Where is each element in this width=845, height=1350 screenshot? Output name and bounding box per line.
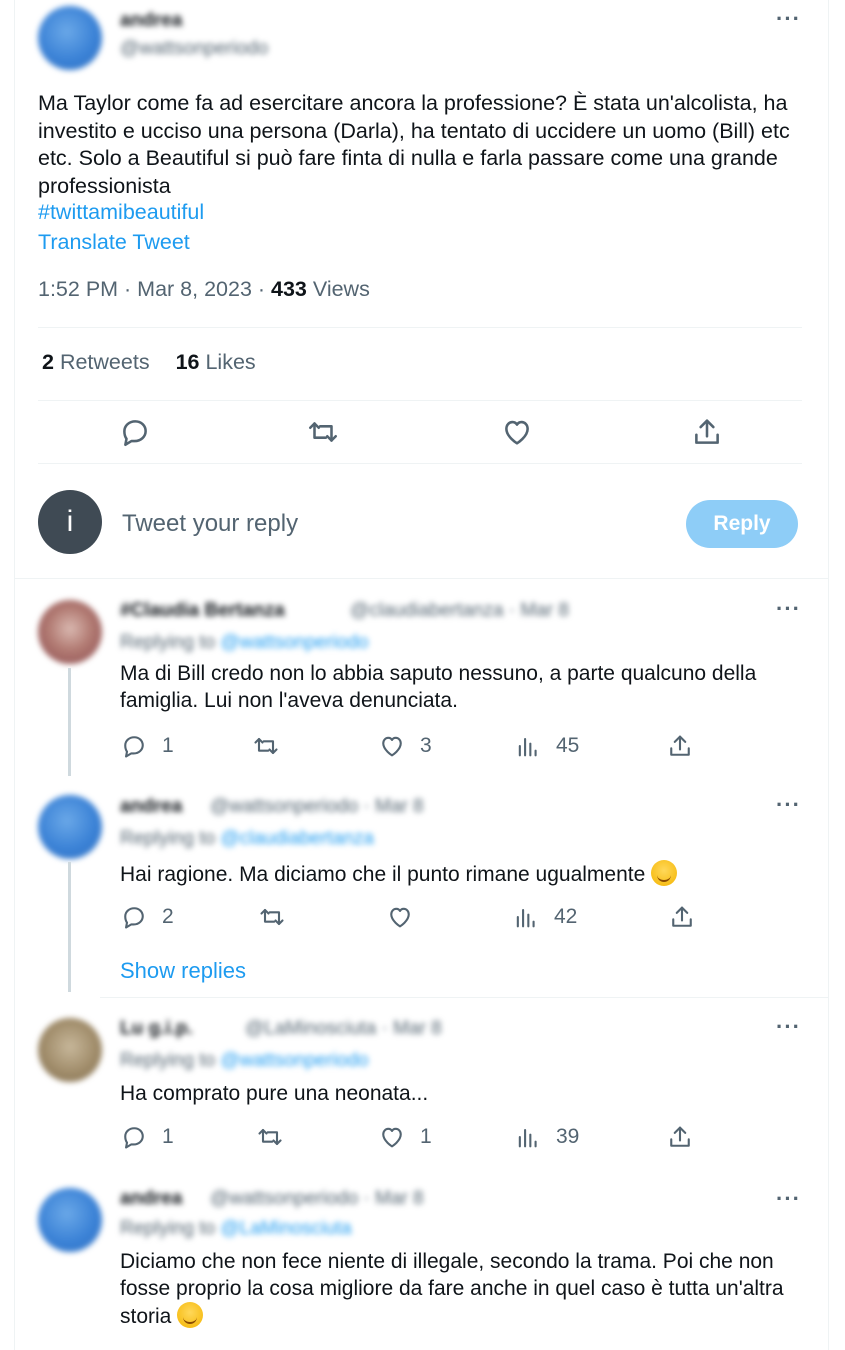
translate-tweet-link[interactable]: Translate Tweet — [38, 230, 190, 255]
frame-border-left — [14, 0, 15, 1350]
retweet-icon — [254, 737, 278, 755]
views-icon — [516, 908, 535, 928]
divider — [14, 578, 828, 579]
tweet-stats: 2 Retweets 16 Likes — [42, 350, 256, 375]
share-icon — [670, 1126, 690, 1147]
smiling-face-emoji-icon — [651, 860, 678, 886]
reply-text: Ma di Bill credo non lo abbia saputo nes… — [120, 662, 757, 712]
comment-icon — [124, 907, 144, 929]
retweet-action[interactable] — [252, 732, 280, 760]
reply-text: Ha comprato pure una neonata... — [120, 1082, 429, 1105]
reply-author-name[interactable]: andrea — [120, 1188, 182, 1210]
share-icon — [672, 906, 692, 927]
share-icon — [670, 735, 690, 756]
views-count: 433 — [271, 277, 307, 301]
like-action[interactable]: 3 — [378, 732, 432, 760]
reply-text: Hai ragione. Ma diciamo che il punto rim… — [120, 860, 820, 888]
retweet-icon — [260, 908, 284, 926]
heart-icon — [390, 907, 410, 928]
replying-to: Replying to @wattsonperiodo — [120, 632, 369, 653]
reply-handle-date[interactable]: @LaMinosciuta · Mar 8 — [245, 1018, 442, 1040]
thread-line — [68, 862, 71, 992]
tweet-reply-input[interactable]: Tweet your reply — [122, 510, 298, 538]
heart-icon — [382, 736, 402, 757]
heart-icon — [382, 1127, 402, 1148]
comment-icon — [124, 736, 144, 758]
author-avatar[interactable] — [38, 6, 102, 70]
reply-text: Diciamo che non fece niente di illegale,… — [120, 1250, 784, 1328]
heart-icon[interactable] — [500, 415, 534, 449]
reply-action[interactable]: 1 — [120, 1123, 174, 1151]
divider — [38, 463, 802, 464]
reply-button[interactable]: Reply — [686, 500, 798, 548]
author-handle[interactable]: @wattsonperiodo — [120, 38, 268, 60]
reply-avatar[interactable] — [38, 1188, 102, 1252]
reply-avatar[interactable] — [38, 795, 102, 859]
views-action[interactable]: 45 — [514, 732, 579, 760]
likes-stat[interactable]: 16 Likes — [176, 350, 256, 374]
more-options-icon[interactable]: ··· — [776, 1186, 801, 1212]
share-action[interactable] — [666, 732, 694, 760]
reply-handle-date[interactable]: @claudiabertanza · Mar 8 — [350, 600, 569, 622]
more-options-icon[interactable]: ··· — [776, 596, 801, 622]
more-options-icon[interactable]: ··· — [776, 1014, 801, 1040]
reply-action[interactable]: 1 — [120, 732, 174, 760]
views-icon — [518, 1128, 537, 1148]
more-options-icon[interactable]: ··· — [776, 6, 801, 32]
share-icon[interactable] — [690, 415, 724, 449]
author-name[interactable]: andrea — [120, 10, 182, 32]
retweet-action[interactable] — [256, 1123, 284, 1151]
comment-icon — [124, 1127, 144, 1149]
divider — [100, 997, 828, 998]
views-action[interactable]: 39 — [514, 1123, 579, 1151]
like-action[interactable] — [386, 903, 414, 931]
reply-author-name[interactable]: andrea — [120, 796, 182, 818]
like-action[interactable]: 1 — [378, 1123, 432, 1151]
comment-icon[interactable] — [118, 415, 152, 449]
divider — [38, 327, 802, 328]
frame-border-right — [828, 0, 829, 1350]
replying-to: Replying to @claudiabertanza — [120, 828, 374, 849]
reply-author-name[interactable]: Lu g.i.p. — [120, 1018, 193, 1040]
reply-handle-date[interactable]: @wattsonperiodo · Mar 8 — [210, 1188, 424, 1210]
reply-avatar[interactable] — [38, 1018, 102, 1082]
tweet-metadata: 1:52 PM · Mar 8, 2023 · 433 Views — [38, 277, 370, 302]
reply-action[interactable]: 2 — [120, 903, 174, 931]
retweet-icon — [258, 1128, 282, 1146]
more-options-icon[interactable]: ··· — [776, 792, 801, 818]
reply-handle-date[interactable]: @wattsonperiodo · Mar 8 — [210, 796, 424, 818]
views-action[interactable]: 42 — [512, 903, 577, 931]
reply-author-name[interactable]: #Claudia Bertanza — [120, 600, 285, 622]
show-replies-link[interactable]: Show replies — [120, 958, 246, 984]
views-label: Views — [306, 277, 370, 301]
replying-to: Replying to @wattsonperiodo — [120, 1050, 369, 1071]
thread-line — [68, 668, 71, 776]
winking-face-emoji-icon — [177, 1302, 204, 1328]
divider — [38, 400, 802, 401]
share-action[interactable] — [666, 1123, 694, 1151]
hashtag-link[interactable]: #twittamibeautiful — [38, 200, 204, 225]
retweet-icon[interactable] — [306, 415, 340, 449]
share-action[interactable] — [668, 903, 696, 931]
retweet-action[interactable] — [258, 903, 286, 931]
tweet-text: Ma Taylor come fa ad esercitare ancora l… — [38, 91, 790, 198]
views-icon — [518, 737, 537, 757]
current-user-avatar[interactable]: i — [38, 490, 102, 554]
reply-avatar[interactable] — [38, 600, 102, 664]
replying-to: Replying to @LaMinosciuta — [120, 1218, 352, 1239]
tweet-timestamp[interactable]: 1:52 PM · Mar 8, 2023 · — [38, 277, 271, 301]
retweets-stat[interactable]: 2 Retweets — [42, 350, 150, 374]
